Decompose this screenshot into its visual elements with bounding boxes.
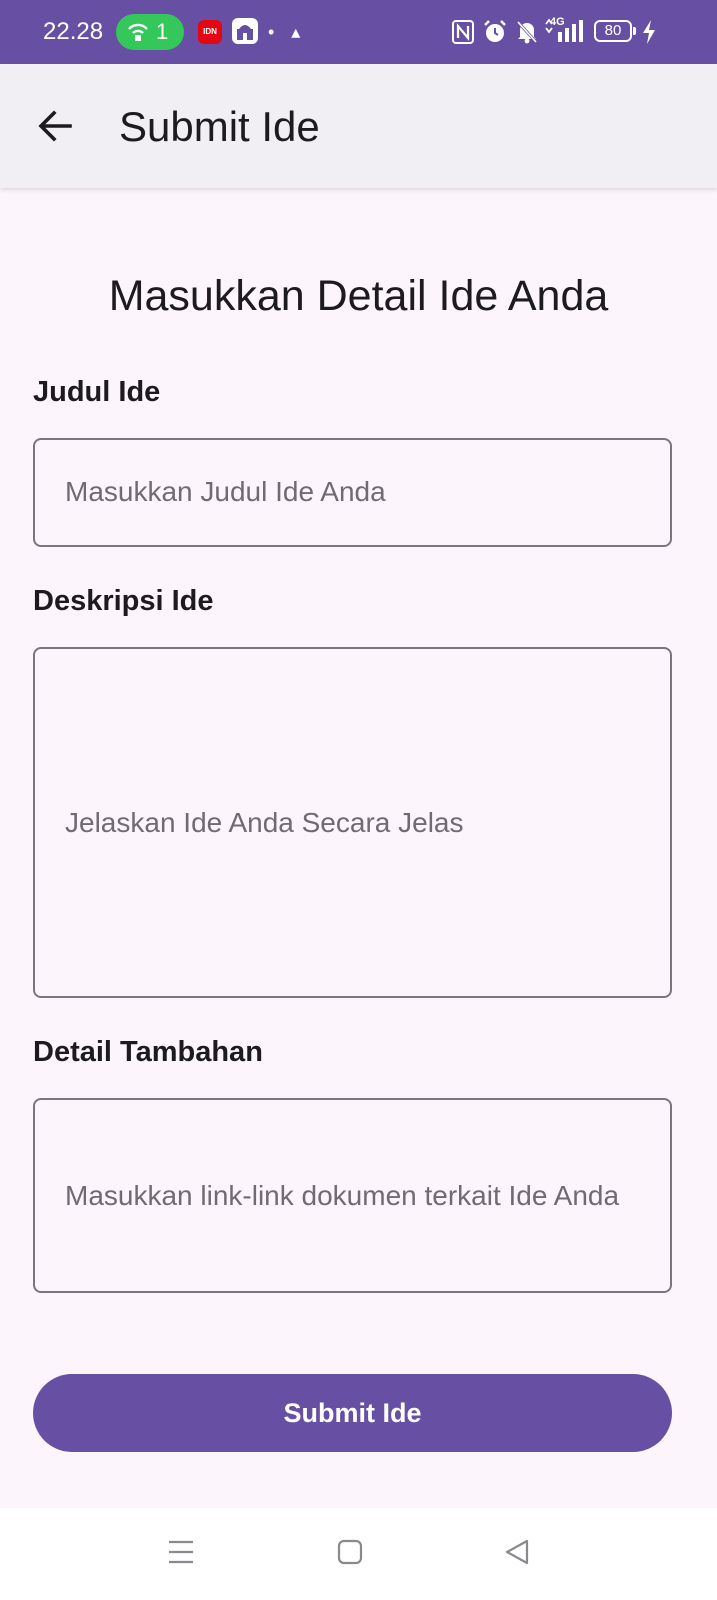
app-bar: Submit Ide: [0, 64, 717, 188]
title-placeholder: Masukkan Judul Ide Anda: [65, 476, 386, 507]
nfc-icon: [452, 20, 474, 44]
details-field[interactable]: Masukkan link-link dokumen terkait Ide A…: [33, 1098, 672, 1293]
page-title: Submit Ide: [119, 103, 320, 150]
navigation-bar: [0, 1508, 717, 1600]
status-bar: 22.28 1 IDN • ▴ 4G 80: [0, 0, 717, 64]
hotspot-indicator[interactable]: 1: [116, 14, 184, 50]
battery-icon: 80: [594, 20, 632, 42]
status-time: 22.28: [43, 18, 104, 45]
home-icon[interactable]: [336, 1538, 364, 1566]
description-label: Deskripsi Ide: [33, 585, 214, 617]
form-heading: Masukkan Detail Ide Anda: [108, 272, 609, 320]
title-field[interactable]: Masukkan Judul Ide Anda: [33, 438, 672, 547]
back-button[interactable]: [28, 100, 80, 152]
battery-tip: [633, 27, 636, 35]
hotspot-count: 1: [156, 19, 169, 44]
bell-off-icon: [516, 20, 538, 44]
description-field[interactable]: Jelaskan Ide Anda Secara Jelas: [33, 647, 672, 998]
submit-button[interactable]: Submit Ide: [33, 1374, 672, 1452]
description-placeholder: Jelaskan Ide Anda Secara Jelas: [65, 807, 464, 838]
details-label: Detail Tambahan: [33, 1036, 263, 1068]
title-label: Judul Ide: [33, 376, 161, 408]
idn-app-icon: IDN: [198, 20, 222, 44]
menu-icon[interactable]: [166, 1538, 196, 1566]
charging-icon: [643, 20, 655, 44]
status-notification-dots: • ▴: [268, 22, 307, 42]
back-triangle-icon[interactable]: [503, 1538, 531, 1566]
signal-icon: [545, 18, 583, 42]
details-placeholder: Masukkan link-link dokumen terkait Ide A…: [65, 1180, 620, 1211]
arrow-back-icon: [38, 110, 72, 142]
hotspot-icon: [128, 23, 148, 41]
mosque-app-icon: [232, 18, 258, 44]
alarm-icon: [484, 20, 506, 42]
